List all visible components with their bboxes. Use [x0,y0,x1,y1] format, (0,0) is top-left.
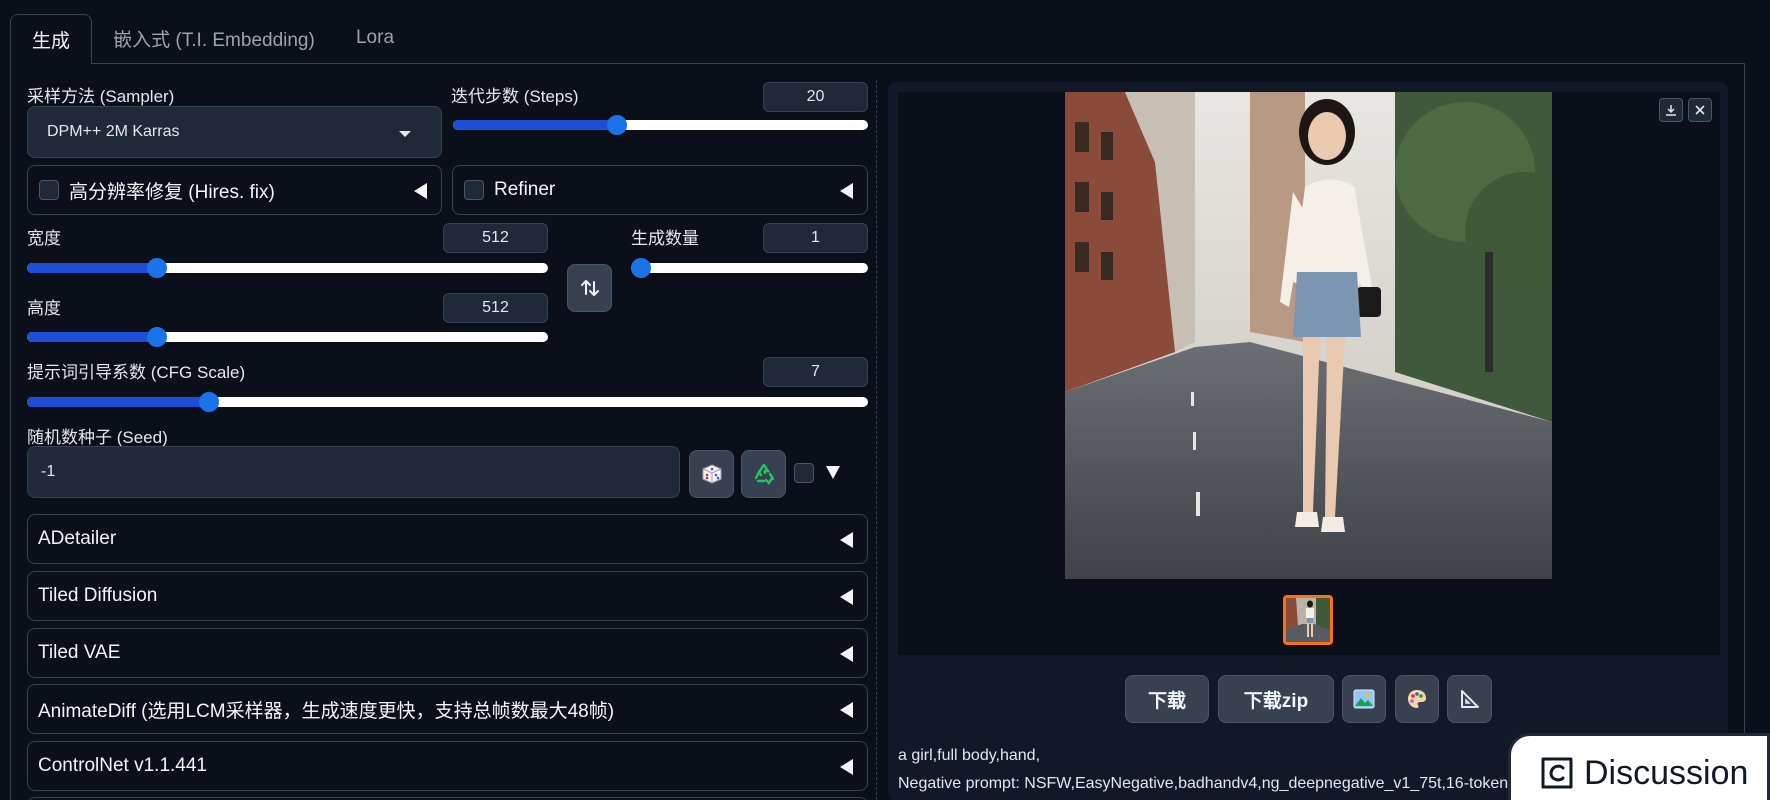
batch-count-input[interactable]: 1 [763,223,868,253]
height-slider[interactable] [27,327,548,347]
swap-dimensions-button[interactable] [567,264,612,312]
discussion-button[interactable]: Discussion [1508,733,1770,800]
discussion-icon [1541,757,1573,789]
generation-prompt: a girl,full body,hand, [898,747,1041,764]
cfg-slider[interactable] [27,392,868,412]
reuse-seed-button[interactable] [741,450,786,498]
hires-fix-label: 高分辨率修复 (Hires. fix) [69,181,275,203]
generated-image[interactable] [1065,92,1552,579]
collapse-arrow-icon [840,183,853,199]
download-button[interactable]: 下载 [1125,675,1209,723]
seed-extra-checkbox[interactable] [794,463,814,483]
collapse-arrow-icon [840,646,853,662]
controlnet-label: ControlNet v1.1.441 [38,755,207,776]
adetailer-accordion[interactable]: ADetailer [27,514,868,564]
cfg-input[interactable]: 7 [763,357,868,387]
refiner-checkbox[interactable] [464,180,484,200]
close-image-button[interactable] [1688,98,1712,122]
send-to-extras-button[interactable] [1447,675,1492,723]
frame-left [10,63,11,800]
gallery-thumbnail[interactable] [1283,595,1333,645]
column-divider [876,80,877,800]
hires-fix-checkbox[interactable] [39,180,59,200]
tab-generate[interactable]: 生成 [10,14,92,64]
send-to-img2img-button[interactable] [1342,675,1386,723]
palette-icon [1408,690,1426,708]
animatediff-accordion[interactable]: AnimateDiff (选用LCM采样器，生成速度更快，支持总帧数最大48帧) [27,684,868,734]
download-zip-button[interactable]: 下载zip [1218,675,1334,723]
seed-label: 随机数种子 (Seed) [27,428,168,447]
height-input[interactable]: 512 [443,293,548,323]
tab-underline [92,63,1745,64]
random-seed-button[interactable] [689,450,734,498]
sampler-label: 采样方法 (Sampler) [27,87,175,106]
refiner-label: Refiner [494,179,556,200]
width-input[interactable]: 512 [443,223,548,253]
caret-down-icon [399,131,411,137]
controlnet-accordion[interactable]: ControlNet v1.1.441 [27,741,868,791]
tiled-vae-accordion[interactable]: Tiled VAE [27,628,868,678]
batch-count-label: 生成数量 [631,229,699,248]
tab-embedding[interactable]: 嵌入式 (T.I. Embedding) [100,14,328,62]
batch-count-slider[interactable] [631,258,868,278]
collapse-arrow-icon [840,589,853,605]
cfg-label: 提示词引导系数 (CFG Scale) [27,363,246,382]
tiled-vae-label: Tiled VAE [38,642,121,663]
seed-input[interactable]: -1 [27,446,680,498]
image-icon [1353,689,1375,709]
sampler-value: DPM++ 2M Karras [47,123,180,140]
swap-icon [580,280,599,296]
download-image-button[interactable] [1659,98,1683,122]
collapse-arrow-icon [840,532,853,548]
refiner-accordion[interactable]: Refiner [452,165,868,215]
frame-right [1744,63,1745,800]
collapse-arrow-icon [840,759,853,775]
ruler-icon [1460,690,1479,708]
adetailer-label: ADetailer [38,528,117,549]
dice-icon [702,464,721,484]
discussion-label: Discussion [1584,753,1749,792]
download-icon [1666,105,1676,116]
close-icon [1695,105,1705,115]
tiled-diffusion-label: Tiled Diffusion [38,585,158,606]
width-label: 宽度 [27,229,61,248]
recycle-icon [754,463,774,485]
sampler-select[interactable]: DPM++ 2M Karras [27,106,442,158]
hires-fix-accordion[interactable]: 高分辨率修复 (Hires. fix) [27,165,442,215]
height-label: 高度 [27,299,61,318]
expand-triangle-icon[interactable] [826,466,840,479]
width-slider[interactable] [27,258,548,278]
steps-input[interactable]: 20 [763,82,868,112]
seed-value: -1 [41,463,56,480]
steps-slider[interactable] [453,115,868,135]
send-to-inpaint-button[interactable] [1395,675,1439,723]
steps-label: 迭代步数 (Steps) [451,87,579,106]
tab-lora[interactable]: Lora [340,14,410,62]
collapse-arrow-icon [414,183,427,199]
collapse-arrow-icon [840,702,853,718]
tiled-diffusion-accordion[interactable]: Tiled Diffusion [27,571,868,621]
animatediff-label: AnimateDiff (选用LCM采样器，生成速度更快，支持总帧数最大48帧) [38,700,615,722]
